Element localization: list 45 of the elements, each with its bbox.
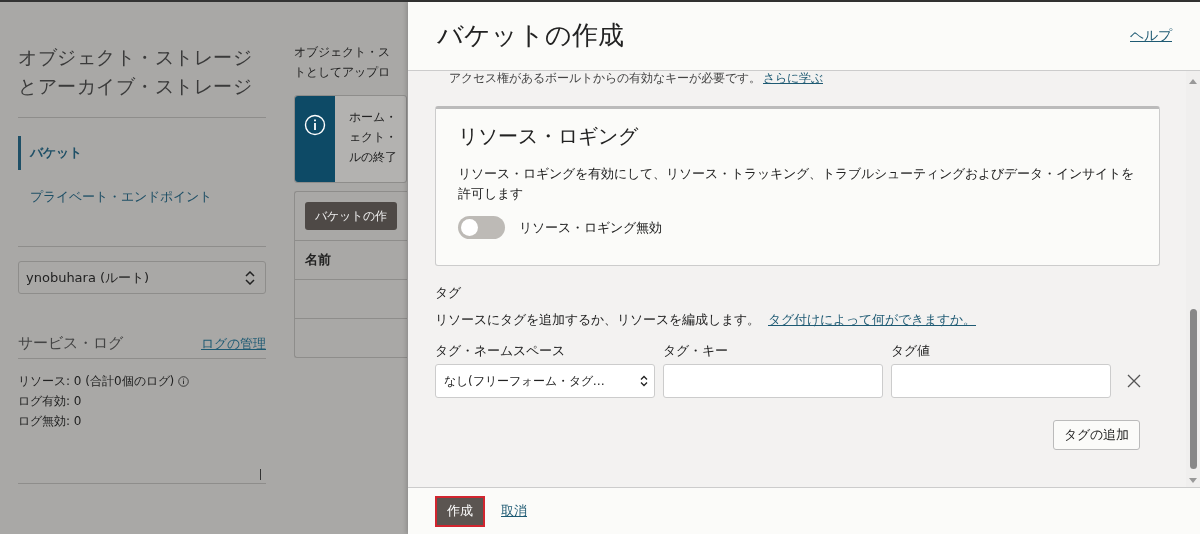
learn-more-link[interactable]: さらに学ぶ xyxy=(763,71,823,86)
help-link[interactable]: ヘルプ xyxy=(1130,27,1172,45)
field-label: タグ・ネームスペース xyxy=(435,343,566,360)
toggle-label: リソース・ロギング無効 xyxy=(519,218,662,237)
info-text-line: ェクト・ xyxy=(349,129,397,146)
description-text: リソース・ロギングを有効にして、リソース・トラッキング、トラブルシューティングおよびデータ・インサイトを許可します xyxy=(458,165,1135,203)
up-down-icon xyxy=(245,270,255,285)
card-title: リソース・ロギング xyxy=(458,123,639,150)
log-stat: ログ有効: 0 xyxy=(18,393,82,410)
sidebar-item[interactable]: プライベート・エンドポイント xyxy=(18,186,266,208)
tick-mark xyxy=(260,469,261,480)
section-title: サービス・ログ xyxy=(18,334,123,353)
close-icon[interactable] xyxy=(1127,374,1141,388)
toggle-switch[interactable] xyxy=(458,216,505,239)
column-header: 名前 xyxy=(305,251,331,269)
tagging-help-link[interactable]: タグ付けによって何ができますか。 xyxy=(768,312,976,329)
create-bucket-button[interactable]: バケットの作 xyxy=(305,202,397,230)
add-tag-button[interactable]: タグの追加 xyxy=(1053,420,1140,450)
namespace-select[interactable]: なし(フリーフォーム・タグ… xyxy=(435,364,655,398)
scrollbar[interactable] xyxy=(1186,71,1200,487)
info-icon xyxy=(178,375,190,387)
field-label: タグ・キー xyxy=(663,343,729,360)
info-text-line: ホーム・ xyxy=(349,109,397,126)
intro-text: トとしてアップロ xyxy=(294,64,391,81)
cancel-link[interactable]: 取消 xyxy=(501,502,527,520)
section-title: タグ xyxy=(435,284,462,302)
intro-text: オブジェクト・ス xyxy=(294,44,391,61)
sidebar-item[interactable]: バケット xyxy=(18,136,266,170)
scroll-down-arrow-icon[interactable] xyxy=(1188,477,1198,485)
log-stat: ログ無効: 0 xyxy=(18,413,82,430)
create-button[interactable]: 作成 xyxy=(435,495,485,527)
log-stat: リソース: 0 (合計0個のログ) xyxy=(18,373,175,390)
note-text: アクセス権があるボールトからの有効なキーが必要です。 xyxy=(449,71,761,86)
scrollbar-thumb[interactable] xyxy=(1189,309,1197,469)
scroll-up-arrow-icon[interactable] xyxy=(1188,77,1198,85)
description-text: リソースにタグを追加するか、リソースを編成します。 xyxy=(435,312,760,329)
compartment-select[interactable]: ynobuhara (ルート) xyxy=(18,261,266,294)
tag-value-field[interactable] xyxy=(891,364,1111,398)
info-icon xyxy=(304,114,326,136)
field-label: タグ値 xyxy=(891,343,931,360)
up-down-icon xyxy=(640,375,648,387)
tag-key-field[interactable] xyxy=(663,364,883,398)
page-title: オブジェクト・ストレージとアーカイブ・ストレージ xyxy=(18,45,253,99)
drawer-title: バケットの作成 xyxy=(437,18,624,52)
info-text-line: ルの終了 xyxy=(349,149,397,166)
